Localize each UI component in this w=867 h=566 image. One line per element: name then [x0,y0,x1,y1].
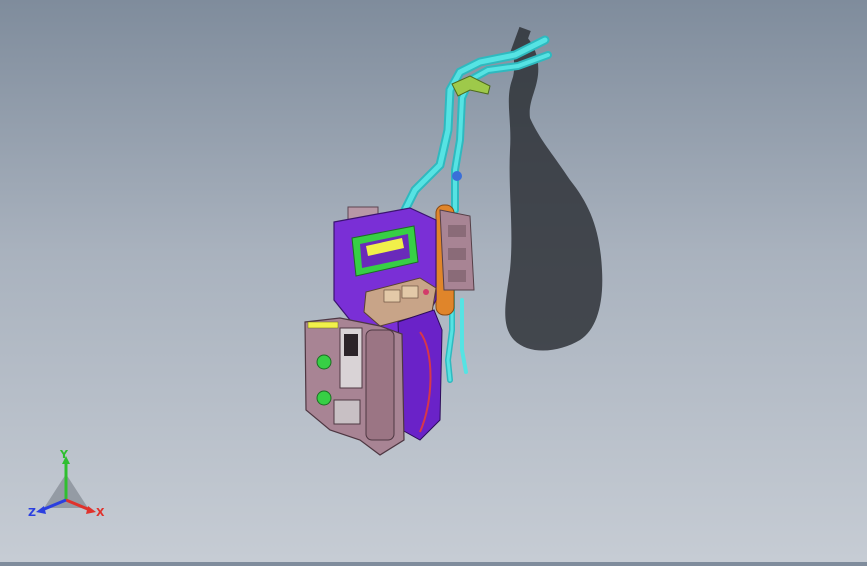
x-axis-arrow [86,506,96,514]
green-valve-upper [316,354,332,370]
x-axis-label: X [96,506,105,519]
z-axis-arrow [36,506,46,514]
model-view[interactable] [0,0,867,562]
orientation-triad[interactable]: Y X Z [26,448,106,522]
model-shadow [505,26,603,351]
sensor-node [452,171,462,181]
graphics-viewport[interactable]: Y X Z [0,0,867,562]
z-axis-label: Z [28,506,36,519]
y-axis-label: Y [59,448,69,461]
front-tank [397,309,443,441]
side-bracket [439,209,475,291]
green-valve-lower [316,390,332,406]
